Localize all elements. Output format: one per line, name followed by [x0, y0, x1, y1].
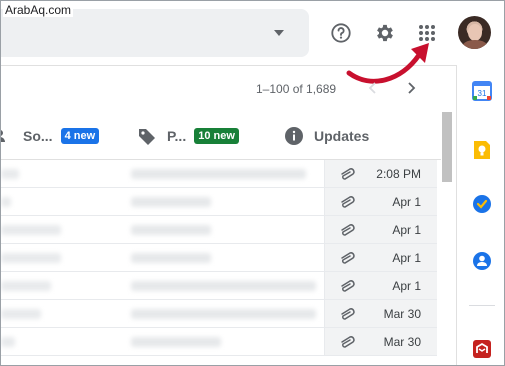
side-panel-divider	[469, 305, 495, 306]
chevron-right-icon	[408, 82, 416, 94]
email-date: Apr 1	[392, 223, 421, 237]
blurred-sender	[1, 337, 15, 347]
paperclip-icon[interactable]	[339, 278, 357, 294]
email-row[interactable]: Mar 30	[1, 300, 437, 328]
blurred-sender	[1, 281, 51, 291]
tag-icon	[139, 129, 155, 145]
avatar-face	[468, 24, 482, 41]
addon-app-button[interactable]	[472, 339, 492, 359]
tab-promotions[interactable]: P... 10 new	[137, 112, 239, 160]
search-options-dropdown-icon[interactable]	[274, 30, 284, 36]
email-date: Apr 1	[392, 195, 421, 209]
email-meta: Apr 1	[324, 244, 437, 271]
blurred-subject	[131, 225, 211, 235]
email-date: Mar 30	[383, 307, 421, 321]
keep-app-button[interactable]	[472, 139, 492, 159]
email-row[interactable]: Apr 1	[1, 244, 437, 272]
tab-social-label: So...	[23, 128, 53, 144]
tab-updates[interactable]: Updates	[284, 112, 369, 160]
paperclip-icon[interactable]	[339, 222, 357, 238]
side-panel: 31	[456, 65, 504, 365]
tab-social[interactable]: So... 4 new	[1, 112, 100, 160]
account-avatar[interactable]	[458, 16, 491, 49]
calendar-icon: 31	[472, 81, 492, 101]
email-meta: Apr 1	[324, 216, 437, 243]
email-meta: Apr 1	[324, 188, 437, 215]
watermark: ArabAq.com	[3, 3, 74, 17]
chevron-left-icon	[368, 82, 376, 94]
email-row[interactable]: Mar 30	[1, 328, 437, 356]
tasks-icon	[473, 195, 491, 213]
tab-promotions-label: P...	[167, 128, 187, 144]
email-meta: Mar 30	[324, 328, 437, 355]
blurred-sender	[1, 225, 61, 235]
tab-promotions-badge: 10 new	[194, 128, 239, 144]
tab-social-badge: 4 new	[60, 128, 100, 144]
paperclip-icon[interactable]	[339, 250, 357, 266]
people-icon	[1, 130, 5, 142]
blurred-sender	[1, 197, 11, 207]
calendar-day: 31	[478, 89, 487, 98]
blurred-subject	[131, 309, 316, 319]
email-row[interactable]: Apr 1	[1, 216, 437, 244]
blurred-subject	[131, 281, 316, 291]
email-row[interactable]: 2:08 PM	[1, 160, 437, 188]
older-page-button[interactable]	[363, 78, 383, 98]
calendar-app-button[interactable]: 31	[472, 81, 492, 101]
paperclip-icon[interactable]	[339, 306, 357, 322]
blurred-sender	[1, 309, 41, 319]
blurred-subject	[131, 253, 211, 263]
pagination-text: 1–100 of 1,689	[256, 82, 337, 96]
info-icon	[285, 127, 303, 145]
tasks-app-button[interactable]	[472, 194, 492, 214]
email-meta: 2:08 PM	[324, 160, 437, 187]
paperclip-icon[interactable]	[339, 166, 357, 182]
paperclip-icon[interactable]	[339, 334, 357, 350]
email-meta: Apr 1	[324, 272, 437, 299]
blurred-subject	[131, 197, 211, 207]
tab-updates-label: Updates	[314, 128, 370, 144]
contacts-app-button[interactable]	[472, 251, 492, 271]
apps-grid-icon	[419, 25, 435, 41]
blurred-subject	[131, 337, 221, 347]
email-date: 2:08 PM	[376, 167, 421, 181]
email-row[interactable]: Apr 1	[1, 272, 437, 300]
blurred-subject	[131, 169, 306, 179]
email-meta: Mar 30	[324, 300, 437, 327]
category-tabs: So... 4 new P... 10 new Updates	[1, 112, 441, 160]
blurred-sender	[1, 169, 19, 179]
avatar-body	[462, 40, 488, 49]
email-date: Apr 1	[392, 251, 421, 265]
paperclip-icon[interactable]	[339, 194, 357, 210]
email-list: 2:08 PM Apr 1 Apr 1 Apr 1 Apr 1 Mar 30 M…	[1, 160, 437, 356]
blurred-sender	[1, 253, 61, 263]
contacts-icon	[473, 252, 491, 270]
email-date: Apr 1	[392, 279, 421, 293]
keep-icon	[474, 141, 490, 159]
scrollbar-thumb[interactable]	[442, 112, 452, 182]
newer-page-button[interactable]	[401, 78, 421, 98]
gmail-window: ArabAq.com 1–100 of 1,689 So... 4 new P.…	[0, 0, 505, 366]
email-date: Mar 30	[383, 335, 421, 349]
list-toolbar: 1–100 of 1,689	[1, 66, 456, 112]
email-row[interactable]: Apr 1	[1, 188, 437, 216]
addon-icon	[473, 340, 491, 358]
